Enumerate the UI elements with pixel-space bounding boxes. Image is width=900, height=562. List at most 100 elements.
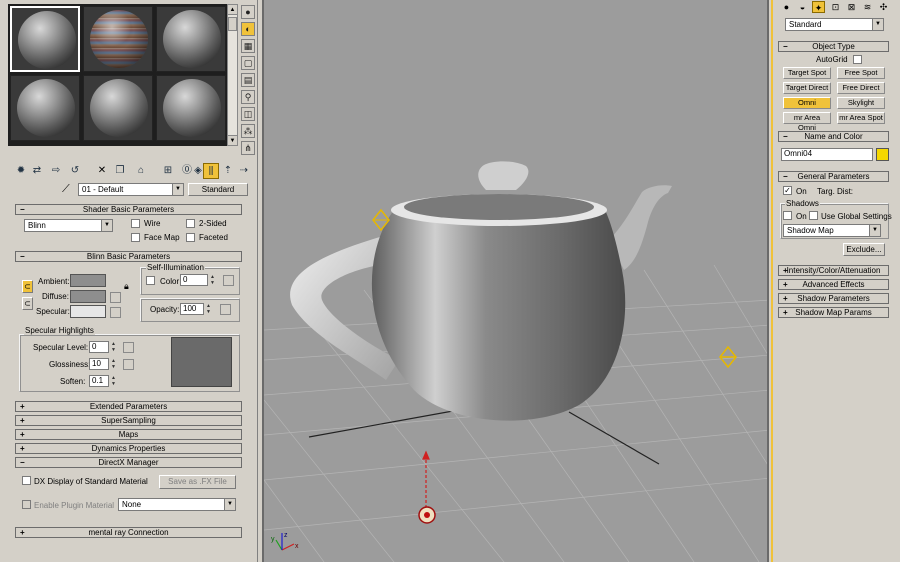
lights-tab-icon[interactable]: ✦ [812,1,825,13]
sample-slot-4[interactable] [10,75,80,141]
self-illum-spinner[interactable]: ▲ ▼ [209,274,216,286]
soften-spinner[interactable]: ▲ ▼ [110,375,117,387]
sample-slot-6[interactable] [156,75,226,141]
sample-uv-tiling-icon[interactable]: ▢ [241,56,255,70]
rollout-shader-basic[interactable]: − Shader Basic Parameters [15,204,242,215]
exclude-button[interactable]: Exclude... [843,243,885,256]
target-spot-button[interactable]: Target Spot [783,67,831,79]
self-illum-map-button[interactable] [223,275,234,286]
soften-input[interactable]: 0.1 [89,375,109,387]
faceted-checkbox[interactable] [186,233,195,242]
light-on-checkbox[interactable]: ✓ [783,186,792,195]
show-end-result-icon[interactable]: ⫼ [203,163,219,179]
ambient-lock-toggle[interactable]: ⊂ [22,280,33,293]
rollout-shadow-map-params[interactable]: + Shadow Map Params [778,307,889,318]
options-icon[interactable]: ◫ [241,107,255,121]
chevron-down-icon[interactable]: ▼ [101,220,112,231]
opacity-spinner[interactable]: ▲ ▼ [205,303,212,315]
sample-slot-3[interactable] [156,6,226,72]
rollout-extended-parameters[interactable]: + Extended Parameters [15,401,242,412]
rollout-mental-ray[interactable]: + mental ray Connection [15,527,242,538]
plugin-material-dropdown[interactable]: None ▼ [118,498,236,511]
make-preview-icon[interactable]: ⚲ [241,90,255,104]
self-illum-color-checkbox[interactable] [146,276,155,285]
specular-map-button[interactable] [110,307,121,318]
specular-level-spinner[interactable]: ▲ ▼ [110,341,117,353]
material-name-field[interactable]: 01 - Default ▼ [78,183,184,196]
omni-button[interactable]: Omni [783,97,831,109]
systems-tab-icon[interactable]: ✣ [877,1,890,13]
glossiness-map-button[interactable] [123,359,134,370]
save-fx-file-button[interactable]: Save as .FX File [159,475,236,489]
chevron-down-icon[interactable]: ▼ [172,184,183,195]
rollout-intensity-color-attenuation[interactable]: + Intensity/Color/Attenuation [778,265,889,276]
get-material-icon[interactable]: ✹ [13,163,29,179]
sample-slot-2[interactable] [83,6,153,72]
assign-to-selection-icon[interactable]: ⇨ [48,163,64,179]
dx-display-checkbox[interactable] [22,476,31,485]
specular-color-swatch[interactable] [70,305,106,318]
lock-icon[interactable]: 🔒︎ [124,281,129,292]
rollout-maps[interactable]: + Maps [15,429,242,440]
free-direct-button[interactable]: Free Direct [837,82,885,94]
material-type-button[interactable]: Standard [188,183,248,196]
delete-icon[interactable]: ✕ [94,163,110,179]
ambient-color-swatch[interactable] [70,274,106,287]
rollout-advanced-effects[interactable]: + Advanced Effects [778,279,889,290]
rollout-blinn-basic[interactable]: − Blinn Basic Parameters [15,251,242,262]
cameras-tab-icon[interactable]: ⊡ [829,1,842,13]
face-map-checkbox[interactable] [131,233,140,242]
sample-slot-1[interactable] [10,6,80,72]
shadows-on-checkbox[interactable] [783,211,792,220]
autogrid-checkbox[interactable] [853,55,862,64]
chevron-down-icon[interactable]: ▼ [872,19,883,30]
self-illum-value-input[interactable]: 0 [180,274,208,286]
rollout-name-and-color[interactable]: − Name and Color [778,131,889,142]
specular-level-input[interactable]: 0 [89,341,109,353]
chevron-down-icon[interactable]: ▼ [224,499,235,510]
scroll-thumb[interactable] [228,17,237,31]
opacity-input[interactable]: 100 [180,303,204,315]
helpers-tab-icon[interactable]: ⊠ [845,1,858,13]
scroll-down-icon[interactable]: ▼ [228,135,237,145]
video-color-check-icon[interactable]: ▤ [241,73,255,87]
go-forward-sibling-icon[interactable]: ⇢ [236,163,252,179]
object-name-input[interactable]: Omni04 [781,148,873,161]
rollout-supersampling[interactable]: + SuperSampling [15,415,242,426]
create-tab-icon[interactable]: ● [780,1,793,13]
wire-checkbox[interactable] [131,219,140,228]
skylight-button[interactable]: Skylight [837,97,885,109]
copy-material-icon[interactable]: ❐ [112,163,128,179]
background-checker-icon[interactable]: ▦ [241,39,255,53]
spacewarps-tab-icon[interactable]: ≋ [861,1,874,13]
go-to-parent-icon[interactable]: ⇡ [220,163,236,179]
opacity-map-button[interactable] [220,304,231,315]
free-spot-button[interactable]: Free Spot [837,67,885,79]
put-to-library-icon[interactable]: ⊞ [160,163,176,179]
rollout-directx-manager[interactable]: − DirectX Manager [15,457,242,468]
diffuse-lock-toggle[interactable]: ⊂ [22,297,33,310]
rollout-dynamics-properties[interactable]: + Dynamics Properties [15,443,242,454]
material-navigator-icon[interactable]: ⋔ [241,141,255,155]
glossiness-input[interactable]: 10 [89,358,109,370]
mr-area-spot-button[interactable]: mr Area Spot [837,112,885,124]
chevron-down-icon[interactable]: ▼ [869,225,880,236]
target-direct-button[interactable]: Target Direct [783,82,831,94]
reset-map-icon[interactable]: ↺ [67,163,83,179]
rollout-object-type[interactable]: − Object Type [778,41,889,52]
modify-tab-icon[interactable]: ◒ [796,1,809,13]
specular-level-map-button[interactable] [123,342,134,353]
pick-material-icon[interactable]: ⟋ [62,183,70,196]
object-color-swatch[interactable] [876,148,889,161]
make-unique-icon[interactable]: ⌂ [133,163,149,179]
select-by-material-icon[interactable]: ⁂ [241,124,255,138]
shadow-type-dropdown[interactable]: Shadow Map ▼ [783,224,881,237]
enable-plugin-checkbox[interactable] [22,500,31,509]
backlight-icon[interactable]: ◐ [241,22,255,36]
category-dropdown[interactable]: Standard ▼ [785,18,884,31]
diffuse-color-swatch[interactable] [70,290,106,303]
use-global-settings-checkbox[interactable] [809,211,818,220]
slots-scrollbar[interactable]: ▲ ▼ [227,4,238,146]
scroll-up-icon[interactable]: ▲ [228,5,237,15]
sample-type-icon[interactable]: ● [241,5,255,19]
